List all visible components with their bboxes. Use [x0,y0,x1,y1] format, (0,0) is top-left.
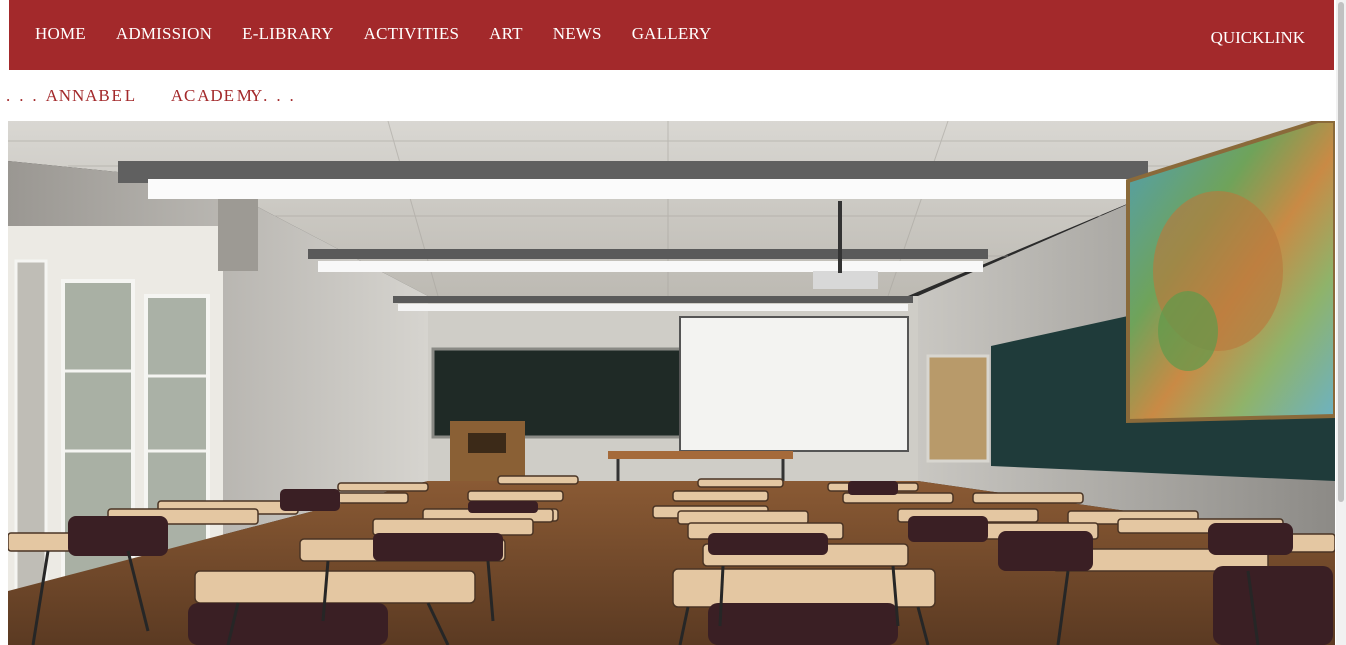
nav-item-activities[interactable]: ACTIVITIES [364,24,459,44]
hero-image [8,121,1335,645]
page-scrollbar[interactable] [1336,0,1346,645]
nav-item-art[interactable]: ART [489,24,523,44]
nav-item-home[interactable]: HOME [35,24,86,44]
nav-item-news[interactable]: NEWS [553,24,602,44]
nav-links: HOME ADMISSION E-LIBRARY ACTIVITIES ART … [35,24,742,44]
scrollbar-thumb[interactable] [1338,2,1344,502]
top-navbar: HOME ADMISSION E-LIBRARY ACTIVITIES ART … [9,0,1334,70]
brand-title: . . . A N N A B E L A C A D E M Y . . . [6,86,294,105]
nav-item-admission[interactable]: ADMISSION [116,24,212,44]
classroom-photo [8,121,1335,645]
nav-item-gallery[interactable]: GALLERY [632,24,712,44]
quicklink-button[interactable]: QUICKLINK [1211,28,1305,48]
nav-item-e-library[interactable]: E-LIBRARY [242,24,334,44]
